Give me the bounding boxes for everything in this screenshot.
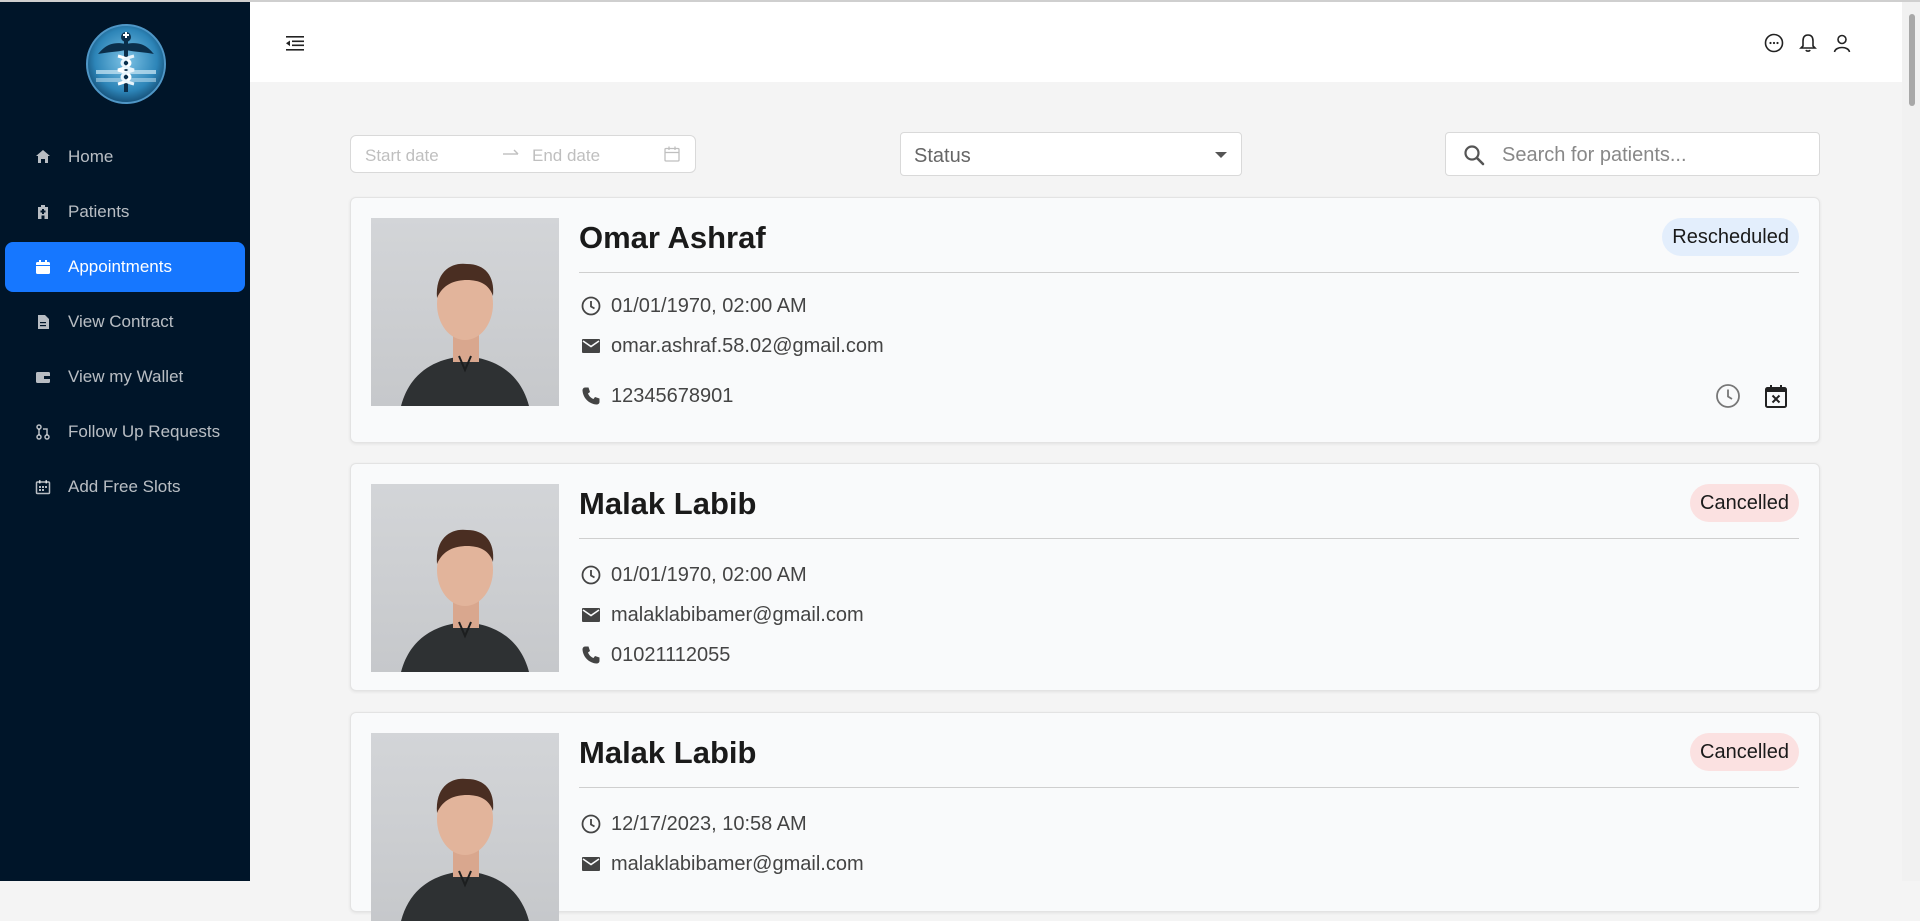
card-divider	[579, 787, 1799, 788]
end-date-input[interactable]: End date	[532, 146, 600, 166]
caduceus-logo	[86, 24, 166, 104]
filter-bar: Start date End date Status	[350, 132, 1820, 178]
clock-icon	[579, 563, 603, 587]
search-icon	[1462, 143, 1486, 172]
status-badge: Cancelled	[1690, 484, 1799, 522]
sidebar-item-label: Home	[68, 147, 114, 166]
hospital-icon	[34, 203, 52, 221]
sidebar-item-view-wallet[interactable]: View my Wallet	[5, 352, 245, 402]
sidebar-nav: Home Patients Appointments View Contract…	[5, 132, 245, 517]
appointment-datetime: 12/17/2023, 10:58 AM	[579, 812, 807, 836]
card-divider	[579, 272, 1799, 273]
sidebar-item-label: View my Wallet	[68, 367, 184, 386]
header-actions	[1762, 31, 1854, 55]
mail-icon	[579, 334, 603, 358]
sidebar: Home Patients Appointments View Contract…	[0, 2, 250, 881]
sidebar-item-label: View Contract	[68, 312, 174, 331]
phone-text: 01021112055	[611, 643, 731, 666]
user-icon[interactable]	[1830, 31, 1854, 55]
card-divider	[579, 538, 1799, 539]
patient-phone: 12345678901	[579, 384, 733, 408]
mail-icon	[579, 603, 603, 627]
sidebar-item-view-contract[interactable]: View Contract	[5, 297, 245, 347]
sidebar-item-follow-up-requests[interactable]: Follow Up Requests	[5, 407, 245, 457]
sidebar-item-label: Follow Up Requests	[68, 422, 221, 441]
status-badge: Rescheduled	[1662, 218, 1799, 256]
calendar-icon	[34, 258, 52, 276]
range-arrow-icon	[501, 145, 521, 166]
email-text: omar.ashraf.58.02@gmail.com	[611, 334, 884, 357]
appointment-datetime: 01/01/1970, 02:00 AM	[579, 294, 807, 318]
patient-phone: 01021112055	[579, 643, 730, 667]
phone-icon	[579, 643, 603, 667]
status-select-placeholder: Status	[914, 145, 971, 167]
pull-request-icon	[34, 423, 52, 441]
patient-photo	[371, 218, 559, 406]
page-scrollbar[interactable]	[1902, 2, 1920, 881]
phone-text: 12345678901	[611, 384, 734, 407]
appointment-datetime: 01/01/1970, 02:00 AM	[579, 563, 807, 587]
menu-fold-icon[interactable]	[284, 32, 306, 54]
wallet-icon	[34, 368, 52, 386]
search-input[interactable]	[1500, 139, 1804, 171]
bell-icon[interactable]	[1796, 31, 1820, 55]
calendar-icon	[663, 145, 681, 168]
document-icon	[34, 313, 52, 331]
patient-email: malaklabibamer@gmail.com	[579, 603, 864, 627]
sidebar-item-add-free-slots[interactable]: Add Free Slots	[5, 462, 245, 512]
patient-name: Malak Labib	[579, 735, 757, 770]
sidebar-item-label: Add Free Slots	[68, 477, 181, 496]
mail-icon	[579, 852, 603, 876]
email-text: malaklabibamer@gmail.com	[611, 603, 864, 626]
patient-name: Omar Ashraf	[579, 220, 766, 255]
email-text: malaklabibamer@gmail.com	[611, 852, 864, 875]
clock-icon	[579, 294, 603, 318]
patient-email: omar.ashraf.58.02@gmail.com	[579, 334, 884, 358]
appointment-card[interactable]: Malak Labib Cancelled 01/01/1970, 02:00 …	[350, 463, 1820, 691]
datetime-text: 12/17/2023, 10:58 AM	[611, 812, 807, 835]
patient-name: Malak Labib	[579, 486, 757, 521]
phone-icon	[579, 384, 603, 408]
scrollbar-thumb[interactable]	[1909, 14, 1915, 106]
message-icon[interactable]	[1762, 31, 1786, 55]
clock-icon	[579, 812, 603, 836]
patient-photo	[371, 484, 559, 672]
home-icon	[34, 148, 52, 166]
appointment-card[interactable]: Omar Ashraf Rescheduled 01/01/1970, 02:0…	[350, 197, 1820, 443]
reschedule-clock-icon[interactable]	[1715, 383, 1741, 409]
schedule-icon	[34, 478, 52, 496]
status-badge: Cancelled	[1690, 733, 1799, 771]
cancel-calendar-icon[interactable]	[1763, 383, 1789, 409]
start-date-input[interactable]: Start date	[365, 146, 439, 166]
appointment-card[interactable]: Malak Labib Cancelled 12/17/2023, 10:58 …	[350, 712, 1820, 921]
patient-photo	[371, 733, 559, 921]
sidebar-item-patients[interactable]: Patients	[5, 187, 245, 237]
appointment-actions	[1715, 383, 1789, 409]
datetime-text: 01/01/1970, 02:00 AM	[611, 563, 807, 586]
sidebar-item-label: Appointments	[68, 257, 172, 276]
sidebar-item-appointments[interactable]: Appointments	[5, 242, 245, 292]
top-header	[250, 2, 1920, 82]
date-range-picker[interactable]: Start date End date	[350, 135, 696, 173]
datetime-text: 01/01/1970, 02:00 AM	[611, 294, 807, 317]
caret-down-icon	[1215, 152, 1227, 158]
patient-search[interactable]	[1445, 132, 1820, 176]
patient-email: malaklabibamer@gmail.com	[579, 852, 864, 876]
status-select[interactable]: Status	[900, 132, 1242, 176]
sidebar-item-label: Patients	[68, 202, 130, 221]
sidebar-item-home[interactable]: Home	[5, 132, 245, 182]
